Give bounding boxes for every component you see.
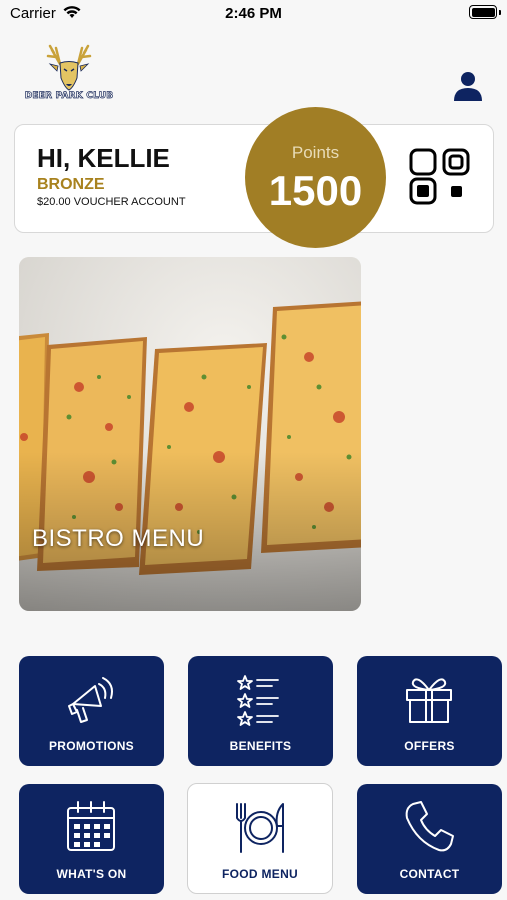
benefits-tile[interactable]: BENEFITS bbox=[188, 656, 333, 766]
contact-tile[interactable]: CONTACT bbox=[357, 784, 502, 894]
qr-code-icon[interactable] bbox=[408, 148, 472, 208]
bistro-menu-banner[interactable]: BISTRO MENU bbox=[19, 257, 361, 611]
garlic-bread-image bbox=[19, 257, 361, 611]
battery-tip bbox=[499, 10, 501, 15]
points-value: 1500 bbox=[268, 167, 363, 214]
promotions-label: PROMOTIONS bbox=[48, 739, 134, 753]
offers-tile[interactable]: OFFERS bbox=[357, 656, 502, 766]
star-list-icon bbox=[237, 675, 279, 726]
contact-label: CONTACT bbox=[399, 867, 460, 881]
profile-icon[interactable] bbox=[452, 70, 484, 102]
points-label: Points bbox=[291, 143, 340, 162]
offers-label: OFFERS bbox=[404, 739, 455, 753]
gift-icon bbox=[406, 678, 452, 723]
voucher-account: $20.00 VOUCHER ACCOUNT bbox=[37, 196, 186, 208]
status-bar: Carrier 2:46 PM bbox=[0, 0, 507, 30]
food-menu-label: FOOD MENU bbox=[221, 867, 299, 881]
megaphone-icon bbox=[68, 677, 113, 723]
logo-text: DEER PARK CLUB bbox=[24, 91, 114, 102]
food-menu-tile[interactable]: FOOD MENU bbox=[187, 783, 333, 894]
deer-head-logo-icon bbox=[46, 44, 92, 91]
calendar-icon bbox=[67, 801, 115, 851]
points-badge: Points 1500 bbox=[245, 107, 386, 248]
promotions-tile[interactable]: PROMOTIONS bbox=[19, 656, 164, 766]
benefits-label: BENEFITS bbox=[229, 739, 292, 753]
battery-icon bbox=[469, 5, 497, 19]
phone-icon bbox=[405, 801, 454, 852]
bistro-menu-label: BISTRO MENU bbox=[32, 525, 205, 552]
deer-park-logo: DEER PARK CLUB bbox=[20, 44, 118, 106]
membership-tier: BRONZE bbox=[37, 176, 105, 193]
whats-on-tile[interactable]: WHAT'S ON bbox=[19, 784, 164, 894]
clock: 2:46 PM bbox=[225, 5, 282, 22]
plate-cutlery-icon bbox=[236, 803, 284, 853]
whats-on-label: WHAT'S ON bbox=[56, 867, 127, 881]
greeting: HI, KELLIE bbox=[37, 143, 170, 173]
